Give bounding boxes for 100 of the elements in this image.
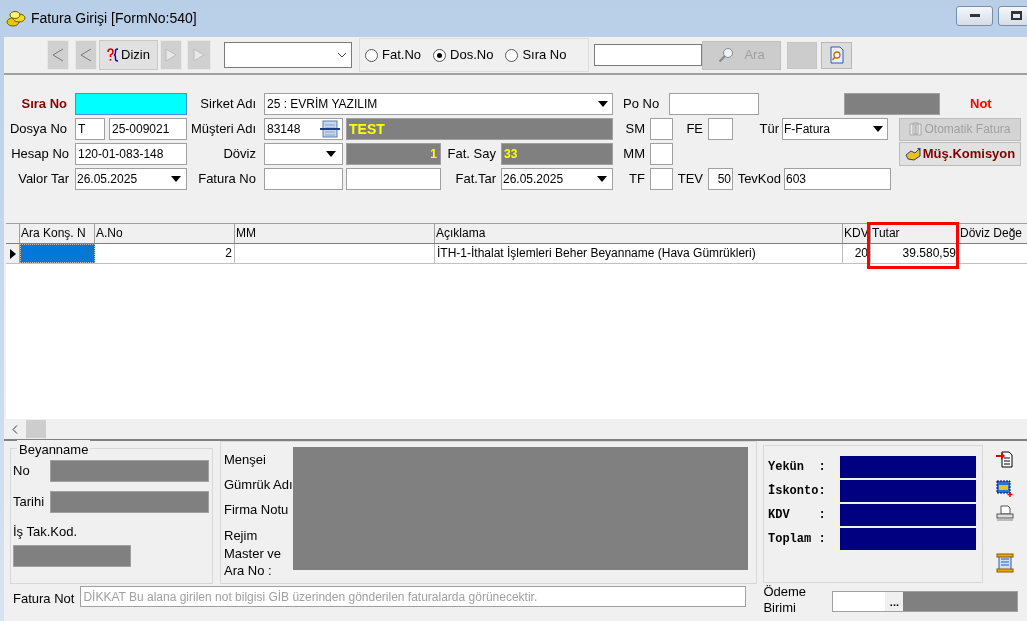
- preview-button[interactable]: [821, 41, 852, 69]
- po-no-input[interactable]: [669, 93, 759, 115]
- tf-label: TF: [628, 170, 646, 189]
- sirket-adi-dropdown[interactable]: 25 : EVRİM YAZILIM: [264, 93, 613, 115]
- tur-label: Tür: [758, 120, 779, 139]
- column-header[interactable]: MM: [235, 224, 435, 243]
- sm-label: SM: [624, 120, 646, 139]
- column-header[interactable]: Döviz Değe: [959, 224, 1027, 243]
- odeme-birimi-label: Ödeme Birimi: [763, 584, 808, 616]
- next-record-button[interactable]: [160, 40, 182, 70]
- komisyon-button[interactable]: Müş.Komisyon: [899, 142, 1021, 166]
- coins-icon: [6, 9, 26, 28]
- tev-label: TEV: [676, 170, 704, 189]
- blank-button[interactable]: [787, 41, 817, 69]
- dropdown-arrow-icon: [326, 151, 336, 157]
- fatura-not-label: Fatura Not: [13, 590, 75, 608]
- no-label: No: [13, 462, 31, 481]
- column-header[interactable]: Açıklama: [435, 224, 843, 243]
- radio-label[interactable]: Sıra No: [522, 45, 567, 65]
- musteri-kodu-input[interactable]: 83148: [264, 118, 343, 140]
- chevron-left-icon: [12, 424, 18, 434]
- column-header[interactable]: A.No: [95, 224, 235, 243]
- mm-input[interactable]: [650, 143, 673, 165]
- table-cell: İTH-1-İthalat İşlemleri Beher Beyanname (Hava Gümrükleri): [435, 244, 843, 263]
- documents-icon: [909, 122, 924, 136]
- sira-no-label: Sıra No: [20, 95, 68, 114]
- firma-notu-label: Firma Notu: [224, 502, 290, 517]
- mm-label: MM: [622, 145, 646, 164]
- fe-label: FE: [685, 120, 704, 139]
- window-title: Fatura Girişi [FormNo:540]: [31, 9, 197, 28]
- sirket-adi-label: Sirket Adı: [199, 95, 257, 114]
- fatura-not-input[interactable]: DİKKAT Bu alana girilen not bilgisi GİB üzerinden gönderilen faturalarda görünecektir.: [80, 586, 747, 607]
- mensei-label: Menşei: [224, 452, 267, 467]
- maximize-button[interactable]: [998, 5, 1027, 26]
- previous-record-button[interactable]: [75, 40, 97, 70]
- dizin-button[interactable]: Dizin: [99, 40, 158, 70]
- sm-input[interactable]: [650, 118, 673, 140]
- tarihi-label: Tarihi: [13, 493, 46, 512]
- dropdown-arrow-icon: [171, 176, 181, 182]
- document-import-icon[interactable]: [996, 450, 1014, 468]
- selected-cell[interactable]: [20, 244, 95, 263]
- doviz-kur-field: 1: [346, 143, 441, 165]
- table-cell: 39.580,59: [871, 244, 959, 263]
- master-ara-no-label: Master ve Ara No :: [224, 545, 283, 579]
- fatura-seri-input[interactable]: [264, 168, 343, 190]
- dosya-no-label: Dosya No: [8, 120, 68, 139]
- first-record-button[interactable]: [47, 40, 69, 70]
- dosya-prefix-input[interactable]: T: [75, 118, 105, 140]
- dropdown-arrow-icon: [598, 101, 608, 107]
- fatura-no-input[interactable]: [346, 168, 441, 190]
- last-record-button[interactable]: [187, 40, 211, 70]
- fatura-no-label: Fatura No: [197, 170, 257, 189]
- fe-input[interactable]: [708, 118, 733, 140]
- musteri-adi-label: Müşteri Adı: [189, 120, 257, 139]
- is-tak-kod-label: İş Tak.Kod.: [13, 523, 79, 541]
- table-cell: 2: [95, 244, 235, 263]
- document-search-icon: [828, 46, 845, 64]
- tf-input[interactable]: [650, 168, 673, 190]
- column-header[interactable]: Tutar: [871, 224, 959, 243]
- table-cell: 20: [843, 244, 871, 263]
- valor-tar-picker[interactable]: 26.05.2025: [75, 168, 187, 190]
- radio-label[interactable]: Fat.No: [382, 45, 421, 65]
- hesap-no-input[interactable]: 120-01-083-148: [75, 143, 187, 165]
- odeme-birimi-field[interactable]: ...: [832, 591, 1019, 612]
- search-icon: [718, 47, 735, 63]
- fat-tar-picker[interactable]: 26.05.2025: [501, 168, 613, 190]
- image-add-icon[interactable]: [996, 479, 1014, 497]
- right-triangle-icon: [165, 48, 177, 62]
- dosya-no-input[interactable]: 25-009021: [109, 118, 187, 140]
- list-lookup-icon[interactable]: [320, 120, 340, 138]
- tevkod-label: TevKod: [736, 170, 781, 189]
- not-label: Not: [970, 95, 992, 114]
- printer-icon[interactable]: [996, 505, 1014, 523]
- scroll-thumb[interactable]: [26, 420, 46, 438]
- radio-label[interactable]: Dos.No: [450, 45, 494, 65]
- fat-tar-label: Fat.Tar: [454, 170, 497, 189]
- total-label: Toplam :: [768, 531, 827, 548]
- sira-no-input[interactable]: [75, 93, 187, 115]
- search-input[interactable]: [594, 44, 702, 66]
- tev-input[interactable]: 50: [708, 168, 733, 190]
- document-list-icon[interactable]: [996, 553, 1014, 573]
- fat-say-field: 33: [501, 143, 613, 165]
- musteri-adi-field: TEST: [346, 118, 613, 140]
- valor-tar-label: Valor Tar: [17, 170, 70, 189]
- po-no-label: Po No: [623, 95, 661, 114]
- chevron-down-icon: [337, 52, 347, 58]
- fat-say-label: Fat. Say: [446, 145, 497, 164]
- total-label: İskonto:: [768, 483, 827, 500]
- hesap-no-label: Hesap No: [10, 145, 70, 164]
- beyanname-title: Beyanname: [17, 440, 91, 460]
- dropdown-arrow-icon: [597, 176, 607, 182]
- minimize-button[interactable]: [956, 5, 993, 26]
- doviz-dropdown[interactable]: [264, 143, 343, 165]
- dropdown-arrow-icon: [873, 126, 883, 132]
- total-label: KDV :: [768, 507, 827, 524]
- column-header[interactable]: Ara Konş. N: [20, 224, 95, 243]
- tur-dropdown[interactable]: F-Fatura: [782, 118, 888, 140]
- search-field-dropdown[interactable]: [224, 42, 352, 68]
- rejim-label: Rejim: [224, 528, 259, 543]
- tevkod-input[interactable]: 603: [784, 168, 891, 190]
